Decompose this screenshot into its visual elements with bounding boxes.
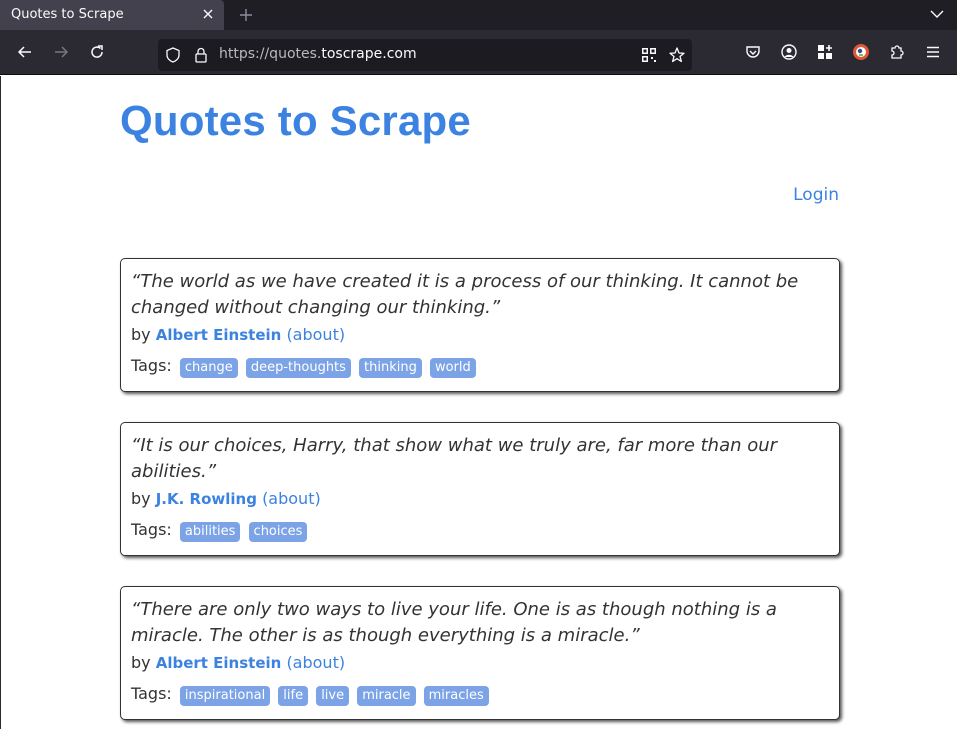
url-bar[interactable]: https://quotes.toscrape.com — [158, 39, 692, 71]
puzzle-icon[interactable] — [888, 43, 906, 61]
tag-link[interactable]: change — [179, 358, 238, 378]
tags-line: Tags: inspirational life live miracle mi… — [131, 684, 829, 717]
tags-label: Tags: — [131, 520, 172, 539]
author-line: by Albert Einstein (about) — [131, 325, 829, 349]
url-text[interactable]: https://quotes.toscrape.com — [219, 46, 417, 62]
tag-link[interactable]: thinking — [359, 358, 422, 378]
tags-label: Tags: — [131, 356, 172, 375]
duckduckgo-icon[interactable] — [852, 43, 870, 61]
tag-link[interactable]: choices — [248, 522, 308, 542]
reload-icon[interactable] — [88, 43, 106, 61]
extensions-grid-icon[interactable] — [816, 43, 834, 61]
nav-toolbar: https://quotes.toscrape.com — [0, 30, 957, 75]
quote-card: “There are only two ways to live your li… — [120, 586, 840, 720]
star-icon[interactable] — [668, 46, 686, 64]
quote-card: “The world as we have created it is a pr… — [120, 258, 840, 392]
quote-card: “It is our choices, Harry, that show wha… — [120, 422, 840, 556]
back-icon[interactable] — [16, 43, 34, 61]
about-link[interactable]: (about) — [286, 325, 345, 344]
author-line: by J.K. Rowling (about) — [131, 489, 829, 513]
lock-icon[interactable] — [192, 46, 210, 64]
tab-bar: Quotes to Scrape — [0, 0, 957, 30]
tag-link[interactable]: abilities — [179, 522, 241, 542]
quote-text: “There are only two ways to live your li… — [131, 599, 777, 646]
author-line: by Albert Einstein (about) — [131, 653, 829, 677]
quote-text: “The world as we have created it is a pr… — [131, 271, 799, 318]
plus-icon[interactable] — [236, 5, 256, 25]
by-label: by — [131, 653, 151, 672]
shield-icon[interactable] — [164, 46, 182, 64]
menu-icon[interactable] — [924, 43, 942, 61]
tab-title: Quotes to Scrape — [11, 7, 124, 22]
close-icon[interactable] — [200, 6, 216, 22]
forward-icon[interactable] — [52, 43, 70, 61]
author-name: Albert Einstein — [155, 326, 282, 344]
pocket-icon[interactable] — [744, 43, 762, 61]
author-name: J.K. Rowling — [155, 490, 257, 508]
tags-line: Tags: change deep-thoughts thinking worl… — [131, 356, 829, 389]
qr-code-icon[interactable] — [640, 46, 658, 64]
about-link[interactable]: (about) — [286, 653, 345, 672]
tag-link[interactable]: inspirational — [179, 686, 271, 706]
tag-link[interactable]: miracle — [357, 686, 416, 706]
tag-link[interactable]: life — [278, 686, 309, 706]
author-name: Albert Einstein — [155, 654, 282, 672]
login-link[interactable]: Login — [793, 185, 839, 205]
tag-link[interactable]: live — [316, 686, 350, 706]
tags-label: Tags: — [131, 684, 172, 703]
tags-line: Tags: abilities choices — [131, 520, 829, 553]
page-title[interactable]: Quotes to Scrape — [120, 97, 471, 145]
quote-text: “It is our choices, Harry, that show wha… — [131, 435, 778, 482]
tag-link[interactable]: deep-thoughts — [245, 358, 351, 378]
by-label: by — [131, 325, 151, 344]
tab-active[interactable]: Quotes to Scrape — [0, 0, 224, 30]
tag-link[interactable]: miracles — [423, 686, 489, 706]
page-content: Quotes to Scrape Login “The world as we … — [0, 76, 957, 729]
about-link[interactable]: (about) — [262, 489, 321, 508]
account-icon[interactable] — [780, 43, 798, 61]
by-label: by — [131, 489, 151, 508]
chevron-down-icon[interactable] — [928, 5, 946, 23]
tag-link[interactable]: world — [429, 358, 476, 378]
